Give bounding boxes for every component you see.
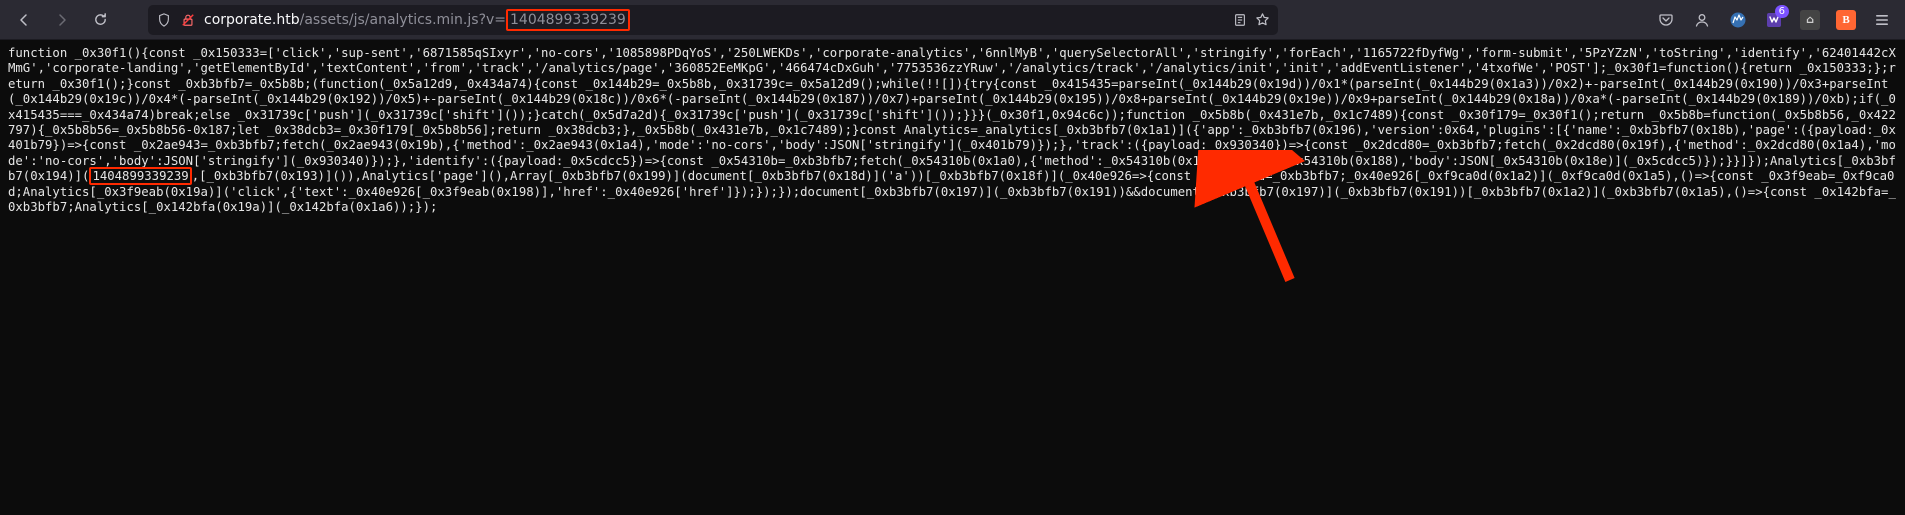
foxyproxy-extension-icon[interactable] <box>1723 5 1753 35</box>
code-post: ,[_0xb3bfb7(0x193)]()),Analytics['page']… <box>8 169 1896 214</box>
wappalyzer-extension-icon[interactable]: 6 <box>1759 5 1789 35</box>
forward-button[interactable] <box>46 4 78 36</box>
code-highlight: 1404899339239 <box>89 167 191 185</box>
bookmark-star-icon[interactable] <box>1254 12 1270 28</box>
url-query-highlight: 1404899339239 <box>506 9 630 31</box>
reader-mode-icon[interactable] <box>1232 12 1248 28</box>
url-bar[interactable]: corporate.htb/assets/js/analytics.min.js… <box>148 5 1278 35</box>
back-button[interactable] <box>8 4 40 36</box>
page-content: function _0x30f1(){const _0x150333=['cli… <box>0 40 1905 237</box>
url-host: corporate.htb <box>204 12 300 28</box>
code-pre: function _0x30f1(){const _0x150333=['cli… <box>8 46 1896 183</box>
extension-badge: 6 <box>1775 5 1789 18</box>
bitwarden-extension-icon[interactable]: ⌂ <box>1795 5 1825 35</box>
url-path: /assets/js/analytics.min.js?v= <box>300 12 506 28</box>
app-menu-icon[interactable] <box>1867 5 1897 35</box>
account-icon[interactable] <box>1687 5 1717 35</box>
pocket-icon[interactable] <box>1651 5 1681 35</box>
url-text: corporate.htb/assets/js/analytics.min.js… <box>204 9 630 31</box>
burp-extension-icon[interactable]: B <box>1831 5 1861 35</box>
shield-icon <box>156 12 172 28</box>
browser-toolbar: corporate.htb/assets/js/analytics.min.js… <box>0 0 1905 40</box>
lock-insecure-icon <box>180 12 196 28</box>
reload-button[interactable] <box>84 4 116 36</box>
